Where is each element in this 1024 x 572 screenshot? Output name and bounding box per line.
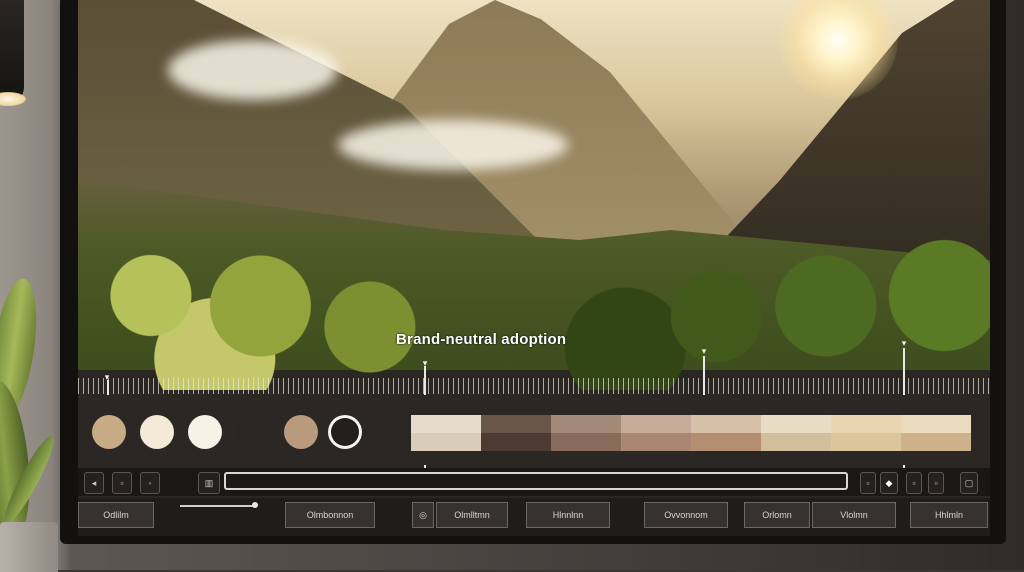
strip-cell[interactable]	[691, 415, 761, 451]
strip-cell[interactable]	[901, 415, 971, 451]
color-swatch[interactable]	[92, 415, 126, 449]
strip-cell[interactable]	[481, 415, 551, 451]
record-icon[interactable]: ◎	[412, 502, 434, 528]
strip-cell-top	[411, 415, 481, 433]
color-gradient-strip[interactable]	[411, 415, 971, 451]
strip-cell-top	[691, 415, 761, 433]
plant-pot	[0, 522, 58, 572]
strip-cell-bottom	[761, 433, 831, 451]
circle-icon[interactable]: ◦	[140, 472, 160, 494]
marker-handle-icon[interactable]: ▾	[899, 338, 909, 348]
strip-cell[interactable]	[621, 415, 691, 451]
strip-cell-bottom	[831, 433, 901, 451]
strip-cell-bottom	[551, 433, 621, 451]
box-icon[interactable]: ▫	[860, 472, 876, 494]
bottom-button[interactable]: Olmlltmn	[436, 502, 508, 528]
strip-cell-top	[481, 415, 551, 433]
strip-cell-top	[621, 415, 691, 433]
dash-icon[interactable]: ▫	[906, 472, 922, 494]
lamp	[0, 0, 24, 105]
bottom-button[interactable]: Hlnnlnn	[526, 502, 610, 528]
slider-knob[interactable]	[252, 502, 258, 508]
bottom-button[interactable]: Orlomn	[744, 502, 810, 528]
speaker-icon[interactable]: ◂	[84, 472, 104, 494]
editor-screen: Brand-neutral adoption ▾ ▾ ▾ ▾ ◂ ▫ ◦ ▥ ▫…	[78, 0, 990, 536]
marker-handle-icon[interactable]: ▾	[699, 346, 709, 356]
strip-cell-top	[761, 415, 831, 433]
forest	[78, 180, 990, 390]
bottom-button[interactable]: Ovvonnom	[644, 502, 728, 528]
square-icon[interactable]: ▢	[960, 472, 978, 494]
cloud	[338, 120, 568, 170]
strip-cell-top	[551, 415, 621, 433]
cloud	[168, 40, 338, 100]
timeline-ruler	[78, 378, 990, 394]
color-swatch[interactable]	[188, 415, 222, 449]
strip-cell[interactable]	[551, 415, 621, 451]
strip-cell[interactable]	[761, 415, 831, 451]
strip-cell-bottom	[621, 433, 691, 451]
square-icon[interactable]: ▫	[112, 472, 132, 494]
dash-icon[interactable]: ▫	[928, 472, 944, 494]
slider-track[interactable]	[180, 505, 255, 507]
diamond-icon[interactable]: ◆	[880, 472, 898, 494]
strip-cell-bottom	[691, 433, 761, 451]
strip-cell-top	[901, 415, 971, 433]
bottom-button[interactable]: Olmbonnon	[285, 502, 375, 528]
color-swatch[interactable]	[328, 415, 362, 449]
strip-cell[interactable]	[411, 415, 481, 451]
color-swatch[interactable]	[284, 415, 318, 449]
color-swatch[interactable]	[140, 415, 174, 449]
strip-cell-bottom	[481, 433, 551, 451]
strip-cell-top	[831, 415, 901, 433]
overlay-title: Brand-neutral adoption	[396, 331, 567, 348]
bottom-button[interactable]: Vlolmn	[812, 502, 896, 528]
strip-cell[interactable]	[831, 415, 901, 451]
strip-cell-bottom	[901, 433, 971, 451]
bottom-button[interactable]: Odlilm	[78, 502, 154, 528]
bottom-button[interactable]: Hhlmln	[910, 502, 988, 528]
film-icon[interactable]: ▥	[198, 472, 220, 494]
color-swatch[interactable]	[236, 415, 270, 449]
strip-cell-bottom	[411, 433, 481, 451]
timeline-scrubber[interactable]	[224, 472, 848, 490]
